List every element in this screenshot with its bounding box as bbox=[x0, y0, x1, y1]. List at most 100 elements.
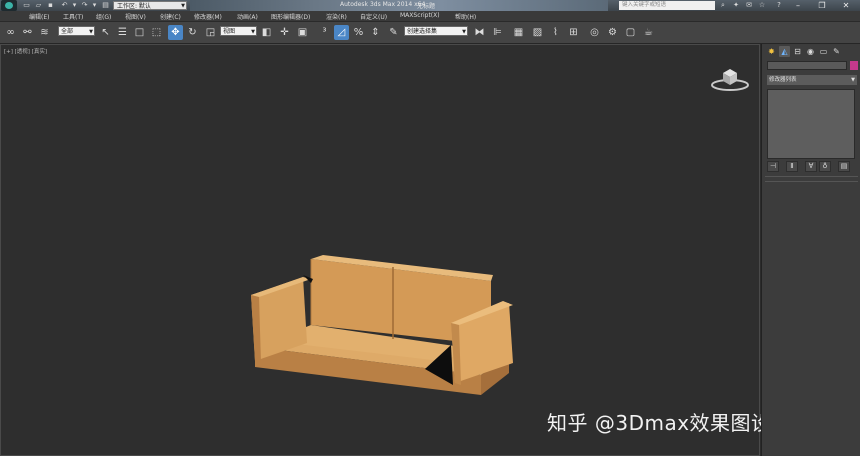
object-color-swatch[interactable] bbox=[850, 61, 858, 70]
menu-create[interactable]: 创建(C) bbox=[160, 12, 181, 21]
document-name: 无标题 bbox=[417, 3, 436, 10]
reference-coordinate-dropdown[interactable]: 视图 ▼ bbox=[220, 26, 257, 36]
rectangular-selection-icon[interactable]: □ bbox=[132, 25, 147, 40]
undo-dropdown-icon[interactable]: ▾ bbox=[70, 1, 79, 10]
pin-stack-icon[interactable]: ⊣ bbox=[767, 161, 779, 172]
project-folder-icon[interactable]: ▤ bbox=[101, 1, 110, 10]
menu-help[interactable]: 帮助(H) bbox=[455, 12, 476, 21]
snaps-toggle-icon[interactable]: ³ bbox=[317, 25, 332, 40]
viewport-label[interactable]: [+] [透视] [真实] bbox=[4, 47, 47, 55]
menu-tools[interactable]: 工具(T) bbox=[63, 12, 83, 21]
watermark-text: 知乎 @3Dmax效果图设计 bbox=[547, 411, 793, 435]
menu-customize[interactable]: 自定义(U) bbox=[360, 12, 387, 21]
menu-animation[interactable]: 动画(A) bbox=[237, 12, 258, 21]
workspace-value: 工作区: 默认 bbox=[117, 3, 151, 10]
selection-filter-dropdown[interactable]: 全部 ▼ bbox=[58, 26, 95, 36]
pivot-center-icon[interactable]: ◧ bbox=[259, 25, 274, 40]
subscription-icon[interactable]: ✦ bbox=[731, 1, 741, 10]
keyboard-shortcut-icon[interactable]: ▣ bbox=[295, 25, 310, 40]
modifier-list-label: 修改器列表 bbox=[769, 77, 797, 83]
undo-icon[interactable]: ↶ bbox=[60, 1, 69, 10]
communication-icon[interactable]: ✉ bbox=[744, 1, 754, 10]
app-title: Autodesk 3ds Max 2014 x64 bbox=[340, 1, 426, 8]
configure-modifier-sets-icon[interactable]: ▤ bbox=[838, 161, 850, 172]
menu-views[interactable]: 视图(V) bbox=[125, 12, 146, 21]
hierarchy-tab-icon[interactable]: ⊟ bbox=[792, 46, 803, 57]
modifier-list-dropdown[interactable]: 修改器列表 ▼ bbox=[767, 75, 857, 85]
title-bar: ▭ ▱ ▪ ↶ ▾ ↷ ▾ ▤ 工作区: 默认 ▼ Autodesk 3ds M… bbox=[0, 0, 860, 11]
select-and-move-icon[interactable]: ✥ bbox=[168, 25, 183, 40]
select-and-rotate-icon[interactable]: ↻ bbox=[185, 25, 200, 40]
angle-snap-icon[interactable]: ◿ bbox=[334, 25, 349, 40]
minimize-button[interactable]: – bbox=[786, 0, 810, 11]
command-panel: ✸ ◭ ⊟ ◉ ▭ ✎ 修改器列表 ▼ ⊣ Ⅱ ∀ ♁ ▤ bbox=[761, 44, 860, 456]
motion-tab-icon[interactable]: ◉ bbox=[805, 46, 816, 57]
close-button[interactable]: ✕ bbox=[834, 0, 858, 11]
percent-snap-icon[interactable]: % bbox=[351, 25, 366, 40]
chevron-down-icon: ▼ bbox=[851, 77, 855, 83]
schematic-view-icon[interactable]: ⊞ bbox=[566, 25, 581, 40]
modifier-stack[interactable] bbox=[767, 89, 855, 159]
select-object-icon[interactable]: ↖ bbox=[98, 25, 113, 40]
selection-filter-value: 全部 bbox=[61, 28, 74, 35]
rendered-frame-window-icon[interactable]: ▢ bbox=[623, 25, 638, 40]
layer-manager-icon[interactable]: ▦ bbox=[511, 25, 526, 40]
align-icon[interactable]: ⊫ bbox=[490, 25, 505, 40]
named-selection-value: 创建选择集 bbox=[407, 28, 438, 35]
new-file-icon[interactable]: ▭ bbox=[22, 1, 31, 10]
curve-editor-icon[interactable]: ⌇ bbox=[548, 25, 563, 40]
viewcube-icon[interactable] bbox=[709, 63, 751, 93]
chevron-down-icon: ▼ bbox=[462, 29, 466, 35]
utilities-tab-icon[interactable]: ✎ bbox=[831, 46, 842, 57]
select-by-name-icon[interactable]: ☰ bbox=[115, 25, 130, 40]
object-name-field[interactable] bbox=[767, 61, 847, 70]
redo-dropdown-icon[interactable]: ▾ bbox=[90, 1, 99, 10]
graphite-ribbon-icon[interactable]: ▨ bbox=[530, 25, 545, 40]
select-and-manipulate-icon[interactable]: ✛ bbox=[277, 25, 292, 40]
edit-named-selection-icon[interactable]: ✎ bbox=[386, 25, 401, 40]
favorites-icon[interactable]: ☆ bbox=[757, 1, 767, 10]
chevron-down-icon: ▼ bbox=[89, 29, 93, 35]
display-tab-icon[interactable]: ▭ bbox=[818, 46, 829, 57]
perspective-viewport[interactable]: [+] [透视] [真实] 知乎 @3Dmax效果图设计 bbox=[0, 44, 792, 456]
workspace-selector[interactable]: 工作区: 默认 ▼ bbox=[113, 1, 187, 10]
select-and-link-icon[interactable]: ∞ bbox=[3, 25, 18, 40]
restore-button[interactable]: ❐ bbox=[810, 0, 834, 11]
render-production-icon[interactable]: ☕ bbox=[641, 25, 656, 40]
menu-bar: 编辑(E) 工具(T) 组(G) 视图(V) 创建(C) 修改器(M) 动画(A… bbox=[0, 11, 860, 22]
sofa-model[interactable] bbox=[241, 245, 531, 425]
redo-icon[interactable]: ↷ bbox=[80, 1, 89, 10]
save-icon[interactable]: ▪ bbox=[46, 1, 55, 10]
make-unique-icon[interactable]: ∀ bbox=[805, 161, 817, 172]
reference-coordinate-value: 视图 bbox=[223, 28, 236, 35]
menu-edit[interactable]: 编辑(E) bbox=[29, 12, 49, 21]
menu-rendering[interactable]: 渲染(R) bbox=[326, 12, 347, 21]
app-logo-icon[interactable] bbox=[1, 0, 17, 11]
mirror-icon[interactable]: ⧓ bbox=[472, 25, 487, 40]
chevron-down-icon: ▼ bbox=[181, 3, 185, 9]
menu-group[interactable]: 组(G) bbox=[96, 12, 111, 21]
named-selection-dropdown[interactable]: 创建选择集 ▼ bbox=[404, 26, 468, 36]
render-setup-icon[interactable]: ⚙ bbox=[605, 25, 620, 40]
search-icon[interactable]: ⌕ bbox=[718, 1, 728, 10]
select-and-scale-icon[interactable]: ◲ bbox=[203, 25, 218, 40]
modify-tab-icon[interactable]: ◭ bbox=[779, 46, 790, 57]
stack-toolbar: ⊣ Ⅱ ∀ ♁ ▤ bbox=[765, 161, 857, 173]
show-end-result-icon[interactable]: Ⅱ bbox=[786, 161, 798, 172]
unlink-icon[interactable]: ⚯ bbox=[20, 25, 35, 40]
main-toolbar: ∞ ⚯ ≋ 全部 ▼ ↖ ☰ □ ⬚ ✥ ↻ ◲ 视图 ▼ ◧ ✛ ▣ ³ ◿ … bbox=[0, 22, 860, 44]
window-crossing-icon[interactable]: ⬚ bbox=[149, 25, 164, 40]
divider bbox=[765, 176, 858, 177]
create-tab-icon[interactable]: ✸ bbox=[766, 46, 777, 57]
bind-space-warp-icon[interactable]: ≋ bbox=[37, 25, 52, 40]
chevron-down-icon: ▼ bbox=[251, 29, 255, 35]
menu-modifiers[interactable]: 修改器(M) bbox=[194, 12, 222, 21]
remove-modifier-icon[interactable]: ♁ bbox=[819, 161, 831, 172]
menu-graph-editors[interactable]: 图形编辑器(D) bbox=[271, 12, 310, 21]
material-editor-icon[interactable]: ◎ bbox=[587, 25, 602, 40]
open-file-icon[interactable]: ▱ bbox=[34, 1, 43, 10]
help-icon[interactable]: ? bbox=[774, 1, 784, 10]
menu-maxscript[interactable]: MAXScript(X) bbox=[400, 12, 440, 19]
spinner-snap-icon[interactable]: ⇕ bbox=[368, 25, 383, 40]
search-input[interactable]: 键入关键字或短语 bbox=[619, 1, 715, 10]
